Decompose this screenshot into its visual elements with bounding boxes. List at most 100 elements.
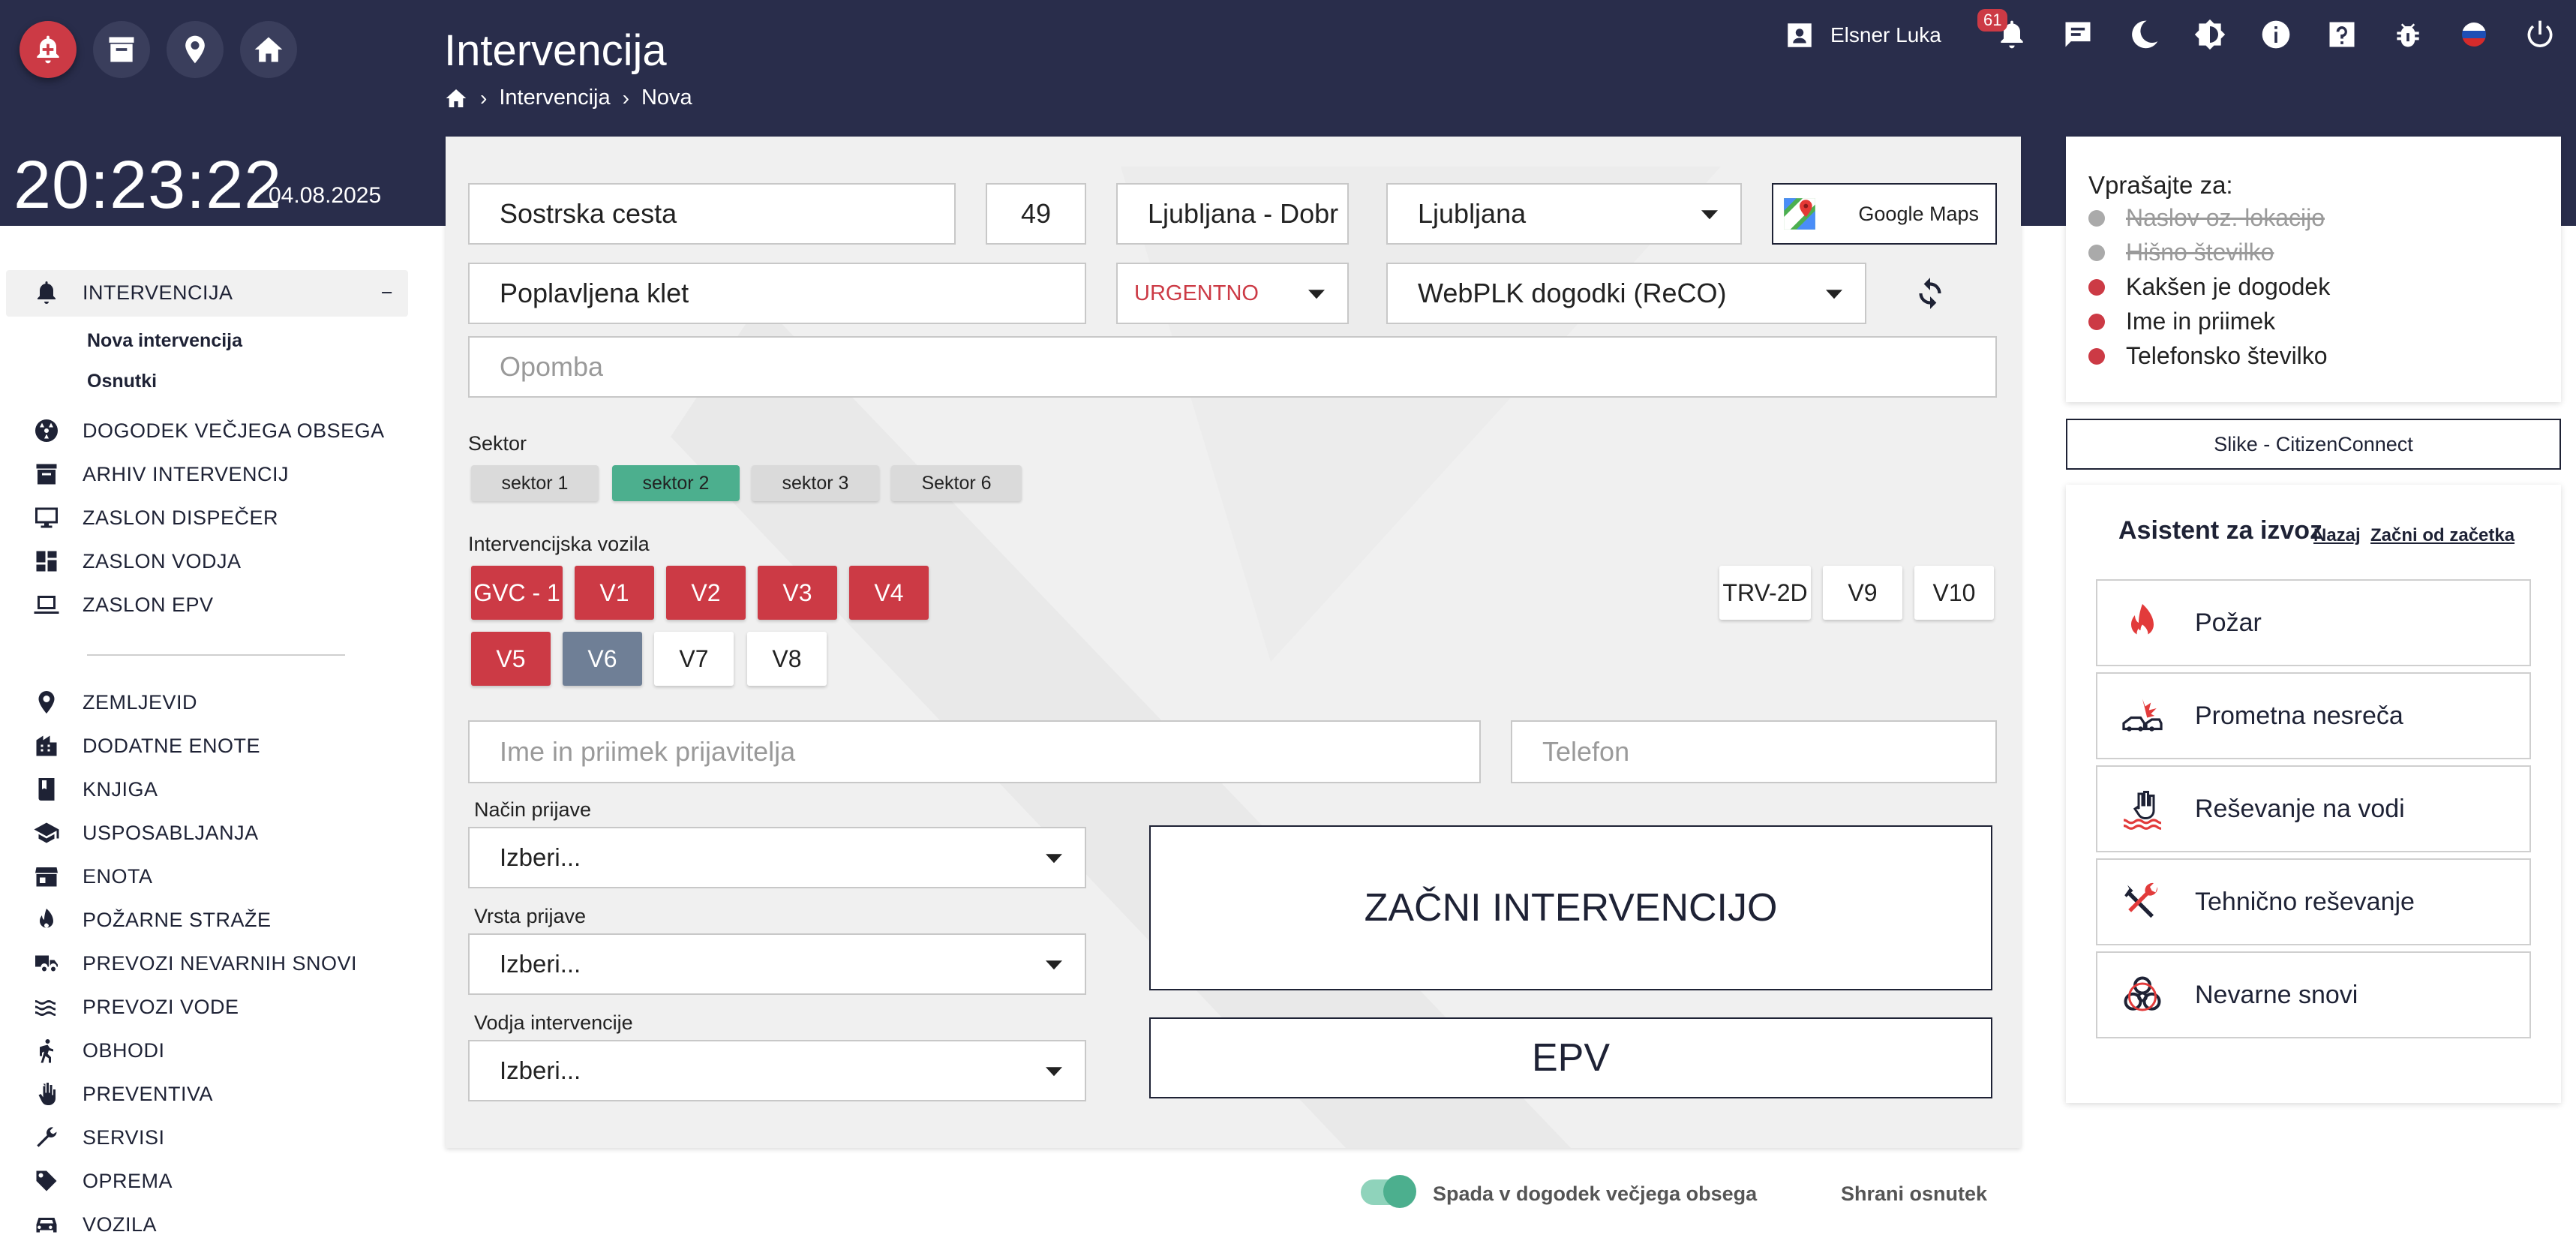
vehicle-button[interactable]: V4 — [849, 566, 929, 620]
sidebar-item-intervencija[interactable]: INTERVENCIJA − — [33, 279, 393, 306]
brightness-button[interactable] — [2193, 17, 2226, 53]
sidebar-item-label: INTERVENCIJA — [83, 281, 233, 304]
fire-icon — [2131, 604, 2154, 640]
category-fire[interactable]: Požar — [2096, 579, 2531, 666]
sidebar-item-knjiga[interactable]: KNJIGA — [33, 776, 158, 803]
home-icon — [254, 37, 283, 62]
sidebar-item-pozarne-straze[interactable]: POŽARNE STRAŽE — [33, 906, 272, 933]
vehicle-button[interactable]: V5 — [471, 632, 551, 686]
vehicle-button[interactable]: V7 — [654, 632, 734, 686]
assistant-restart-link[interactable]: Začni od začetka — [2370, 525, 2514, 546]
phone-input[interactable]: Telefon — [1511, 720, 1997, 783]
sidebar-item-prevozi-vode[interactable]: PREVOZI VODE — [33, 993, 239, 1020]
sidebar-subitem-osnutki[interactable]: Osnutki — [87, 371, 157, 392]
sidebar-item-obhodi[interactable]: OBHODI — [33, 1037, 165, 1064]
vehicle-button[interactable]: TRV-2D — [1719, 566, 1811, 620]
status-dot — [2088, 278, 2105, 296]
sidebar-item-servisi[interactable]: SERVISI — [33, 1124, 165, 1151]
sector-chip[interactable]: Sektor 6 — [891, 465, 1022, 501]
info-button[interactable] — [2259, 17, 2292, 53]
messages-button[interactable] — [2061, 17, 2094, 53]
municipality-select[interactable]: Ljubljana — [1386, 183, 1742, 245]
dark-mode-button[interactable] — [2127, 17, 2160, 53]
category-water-rescue[interactable]: Reševanje na vodi — [2096, 765, 2531, 852]
category-label: Požar — [2195, 608, 2262, 637]
priority-select[interactable]: URGENTNO — [1116, 263, 1349, 324]
bug-report-button[interactable] — [2391, 17, 2424, 53]
save-draft-button[interactable]: Shrani osnutek — [1841, 1182, 1987, 1206]
street-input[interactable]: Sostrska cesta — [468, 183, 956, 245]
leader-select[interactable]: Izberi... — [468, 1040, 1086, 1101]
user-menu[interactable]: Elsner Luka — [1784, 20, 1941, 51]
vehicle-button[interactable]: V9 — [1823, 566, 1902, 620]
new-intervention-button[interactable] — [20, 21, 77, 78]
start-intervention-button[interactable]: ZAČNI INTERVENCIJO — [1149, 825, 1992, 990]
logout-button[interactable] — [2523, 17, 2556, 53]
ask-item-pending: Ime in priimek — [2088, 308, 2275, 335]
sidebar-item-label: ENOTA — [83, 864, 153, 888]
vehicle-button[interactable]: GVC - 1 — [471, 566, 563, 620]
vehicle-button[interactable]: V3 — [758, 566, 837, 620]
sidebar-item-label: ZASLON EPV — [83, 593, 214, 616]
archive-button[interactable] — [93, 21, 150, 78]
sidebar-subitem-nova[interactable]: Nova intervencija — [87, 330, 242, 352]
home-icon[interactable] — [444, 86, 468, 110]
report-type-select[interactable]: Izberi... — [468, 933, 1086, 995]
sidebar-item-label: ARHIV INTERVENCIJ — [83, 462, 290, 485]
event-input[interactable]: Poplavljena klet — [468, 263, 1086, 324]
sidebar-item-zaslon-epv[interactable]: ZASLON EPV — [33, 591, 214, 618]
sector-chip[interactable]: sektor 3 — [752, 465, 879, 501]
sidebar-item-label: ZEMLJEVID — [83, 690, 198, 714]
user-badge-icon — [1788, 23, 1812, 47]
category-traffic-accident[interactable]: Prometna nesreča — [2096, 672, 2531, 759]
sidebar-item-oprema[interactable]: OPREMA — [33, 1167, 173, 1194]
sidebar-item-zaslon-vodja[interactable]: ZASLON VODJA — [33, 548, 242, 575]
notifications-button[interactable]: 61 — [1977, 9, 2028, 53]
book-icon — [38, 778, 55, 801]
sector-chip-active[interactable]: sektor 2 — [612, 465, 740, 501]
sidebar-item-vozila[interactable]: VOZILA — [33, 1211, 157, 1238]
vehicle-button[interactable]: V8 — [747, 632, 827, 686]
report-method-select[interactable]: Izberi... — [468, 827, 1086, 888]
refresh-button[interactable] — [1911, 275, 1949, 312]
status-dot — [2088, 209, 2105, 227]
sidebar-item-zaslon-dispecer[interactable]: ZASLON DISPEČER — [33, 504, 278, 531]
priority-value: URGENTNO — [1134, 281, 1259, 305]
assistant-back-link[interactable]: Nazaj — [2313, 525, 2361, 546]
google-maps-button[interactable]: Google Maps — [1772, 183, 1997, 245]
sector-chip[interactable]: sektor 1 — [471, 465, 599, 501]
vehicle-button[interactable]: V6 — [563, 632, 642, 686]
sidebar-item-dodatne-enote[interactable]: DODATNE ENOTE — [33, 732, 260, 759]
sidebar-item-prevozi-nevarnih-snovi[interactable]: PREVOZI NEVARNIH SNOVI — [33, 950, 357, 977]
vehicle-button[interactable]: V10 — [1914, 566, 1994, 620]
epv-button[interactable]: EPV — [1149, 1017, 1992, 1098]
sidebar-item-usposabljanja[interactable]: USPOSABLJANJA — [33, 819, 259, 846]
help-button[interactable] — [2325, 17, 2358, 53]
source-select[interactable]: WebPLK dogodki (ReCO) — [1386, 263, 1866, 324]
note-input[interactable]: Opomba — [468, 336, 1997, 398]
sidebar-item-dogodek[interactable]: DOGODEK VEČJEGA OBSEGA — [33, 417, 385, 444]
sidebar-item-preventiva[interactable]: PREVENTIVA — [33, 1080, 213, 1107]
sidebar-item-arhiv[interactable]: ARHIV INTERVENCIJ — [33, 461, 289, 488]
category-label: Tehnično reševanje — [2195, 887, 2415, 916]
language-button[interactable] — [2457, 17, 2490, 53]
vehicle-button[interactable]: V1 — [575, 566, 654, 620]
reporter-name-input[interactable]: Ime in priimek prijavitelja — [468, 720, 1481, 783]
settlement-input[interactable]: Ljubljana - Dobr — [1116, 183, 1349, 245]
category-hazardous-substances[interactable]: Nevarne snovi — [2096, 951, 2531, 1038]
map-button[interactable] — [167, 21, 224, 78]
house-number-input[interactable]: 49 — [986, 183, 1086, 245]
home-button[interactable] — [240, 21, 297, 78]
large-event-toggle-label: Spada v dogodek večjega obsega — [1433, 1182, 1758, 1205]
sidebar-item-label: OPREMA — [83, 1169, 173, 1192]
report-type-value: Izberi... — [500, 950, 581, 978]
sidebar-item-zemljevid[interactable]: ZEMLJEVID — [33, 689, 197, 716]
chevron-down-icon — [1308, 290, 1325, 299]
citizenconnect-images-button[interactable]: Slike - CitizenConnect — [2066, 419, 2561, 470]
breadcrumb-item[interactable]: Intervencija — [499, 86, 610, 110]
sidebar-item-enota[interactable]: ENOTA — [33, 863, 153, 890]
collapse-toggle[interactable]: − — [381, 281, 393, 305]
monitor-icon — [35, 507, 58, 528]
vehicle-button[interactable]: V2 — [666, 566, 746, 620]
category-technical-rescue[interactable]: Tehnično reševanje — [2096, 858, 2531, 945]
